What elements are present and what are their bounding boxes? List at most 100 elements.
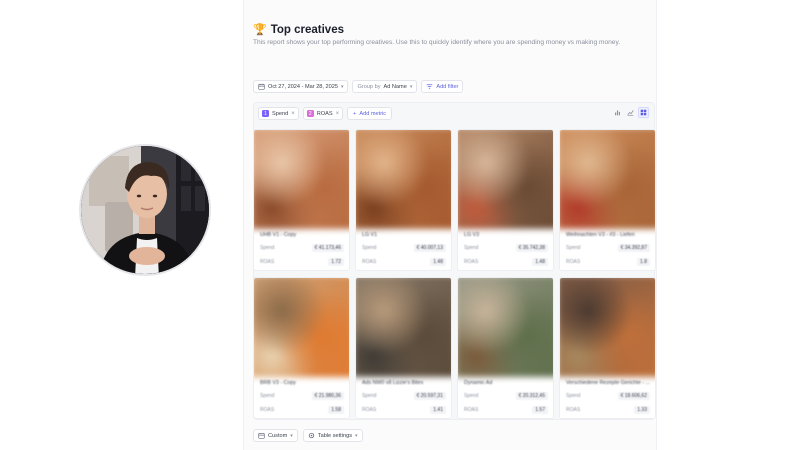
spend-row: Spend € 34.392,87 (566, 243, 650, 252)
add-metric-label: Add metric (359, 110, 387, 117)
line-chart-view-button[interactable] (625, 107, 636, 118)
bar-chart-icon (615, 110, 620, 116)
creative-card[interactable]: LG V3 Spend € 35.742,38 ROAS 1.48 (457, 129, 554, 271)
metric-chip-roas[interactable]: 2 ROAS × (302, 107, 344, 120)
spend-value: € 41.173,46 (311, 243, 344, 252)
spend-value: € 20.597,31 (413, 391, 446, 400)
roas-value: 1.48 (532, 257, 548, 266)
filter-bar: Oct 27, 2024 - Mar 28, 2025 ▾ Group by A… (253, 80, 464, 93)
view-switcher (612, 107, 649, 118)
roas-row: ROAS 1.41 (362, 405, 446, 414)
spend-label: Spend (260, 244, 275, 251)
metric-index-badge: 2 (306, 110, 314, 117)
line-chart-icon (627, 110, 634, 116)
roas-label: ROAS (362, 406, 377, 413)
spend-row: Spend € 41.173,46 (260, 243, 344, 252)
spend-label: Spend (362, 392, 377, 399)
creative-name: Weihnachten V3 - #3 - Lieferi (566, 232, 635, 238)
creative-name: Ads NW0 v8 Lizzie's Bites (362, 380, 424, 386)
creative-thumbnail (560, 130, 655, 229)
creative-card[interactable]: UHB V1 - Copy Spend € 41.173,46 ROAS 1.72 (253, 129, 350, 271)
spend-value: € 34.392,87 (617, 243, 650, 252)
spend-label: Spend (464, 244, 479, 251)
creative-thumbnail (254, 130, 349, 229)
date-range-picker[interactable]: Oct 27, 2024 - Mar 28, 2025 ▾ (253, 80, 349, 93)
close-icon[interactable]: × (291, 111, 295, 117)
bar-chart-view-button[interactable] (612, 107, 623, 118)
creative-card[interactable]: Dynamic Ad Spend € 20.312,45 ROAS 1.57 (457, 277, 554, 419)
creative-thumbnail (458, 130, 553, 229)
grid-icon (640, 109, 647, 116)
creative-card[interactable]: LG V1 Spend € 40.007,13 ROAS 1.48 (355, 129, 452, 271)
spend-row: Spend € 40.007,13 (362, 243, 446, 252)
roas-label: ROAS (566, 258, 581, 265)
roas-value: 1.48 (430, 257, 446, 266)
group-by-value: Ad Name (383, 83, 407, 90)
chevron-down-icon: ▾ (340, 83, 344, 90)
date-range-text: Oct 27, 2024 - Mar 28, 2025 (268, 83, 338, 90)
spend-value: € 35.742,38 (515, 243, 548, 252)
table-settings-button[interactable]: Table settings ▾ (302, 429, 363, 442)
bottom-toolbar: Custom ▾ Table settings ▾ (253, 429, 363, 442)
creative-thumbnail (356, 130, 451, 229)
creative-thumbnail (254, 278, 349, 377)
roas-row: ROAS 1.33 (566, 405, 650, 414)
chevron-down-icon: ▾ (290, 432, 293, 439)
roas-value: 1.57 (532, 405, 548, 414)
roas-value: 1.8 (637, 257, 650, 266)
creative-card[interactable]: Ads NW0 v8 Lizzie's Bites Spend € 20.597,… (355, 277, 452, 419)
spend-value: € 18.606,62 (617, 391, 650, 400)
gear-icon (308, 432, 314, 439)
presenter-webcam-avatar (79, 144, 211, 276)
roas-value: 1.58 (328, 405, 344, 414)
roas-row: ROAS 1.58 (260, 405, 344, 414)
spend-value: € 21.980,36 (311, 391, 344, 400)
spend-row: Spend € 20.597,31 (362, 391, 446, 400)
table-settings-label: Table settings (317, 432, 353, 439)
spend-row: Spend € 18.606,62 (566, 391, 650, 400)
custom-label: Custom (268, 432, 288, 439)
page-description: This report shows your top performing cr… (253, 39, 621, 46)
add-metric-button[interactable]: + Add metric (347, 107, 393, 120)
creative-name: Dynamic Ad (464, 380, 493, 386)
roas-row: ROAS 1.48 (362, 257, 446, 266)
page-title: 🏆 Top creatives (253, 23, 344, 37)
page-title-text: Top creatives (270, 23, 344, 36)
creative-name: LG V1 (362, 232, 378, 238)
calendar-icon (258, 433, 265, 439)
spend-label: Spend (260, 392, 275, 399)
roas-label: ROAS (260, 406, 275, 413)
custom-select[interactable]: Custom ▾ (253, 429, 298, 442)
roas-value: 1.33 (634, 405, 650, 414)
spend-row: Spend € 21.980,36 (260, 391, 344, 400)
roas-value: 1.41 (430, 405, 446, 414)
spend-label: Spend (566, 392, 581, 399)
roas-row: ROAS 1.57 (464, 405, 548, 414)
creative-card[interactable]: Weihnachten V3 - #3 - Lieferi Spend € 34.… (559, 129, 656, 271)
creative-name: LG V3 (464, 232, 480, 238)
group-by-label: Group by (357, 83, 381, 90)
spend-row: Spend € 20.312,45 (464, 391, 548, 400)
metric-chip-spend[interactable]: 1 Spend × (258, 107, 299, 120)
roas-label: ROAS (362, 258, 377, 265)
group-by-select[interactable]: Group by Ad Name ▾ (352, 80, 418, 93)
add-filter-label: Add filter (436, 83, 459, 90)
creative-name: BRB V3 - Copy (260, 380, 296, 386)
creative-card[interactable]: BRB V3 - Copy Spend € 21.980,36 ROAS 1.58 (253, 277, 350, 419)
creative-name: Verschiedene Rezepte Gerichte - ... (566, 380, 650, 386)
roas-row: ROAS 1.48 (464, 257, 548, 266)
creative-card[interactable]: Verschiedene Rezepte Gerichte - ... Spen… (559, 277, 656, 419)
chevron-down-icon: ▾ (355, 432, 358, 439)
presenter-image (81, 146, 209, 274)
metric-label: Spend (272, 110, 289, 117)
grid-view-button[interactable] (638, 107, 649, 118)
spend-label: Spend (464, 392, 479, 399)
plus-icon: + (353, 110, 357, 117)
trophy-icon: 🏆 (253, 24, 267, 36)
creative-thumbnail (356, 278, 451, 377)
spend-label: Spend (566, 244, 581, 251)
roas-label: ROAS (260, 258, 275, 265)
add-filter-button[interactable]: Add filter (421, 80, 464, 93)
filter-icon (427, 84, 433, 89)
close-icon[interactable]: × (336, 111, 340, 117)
